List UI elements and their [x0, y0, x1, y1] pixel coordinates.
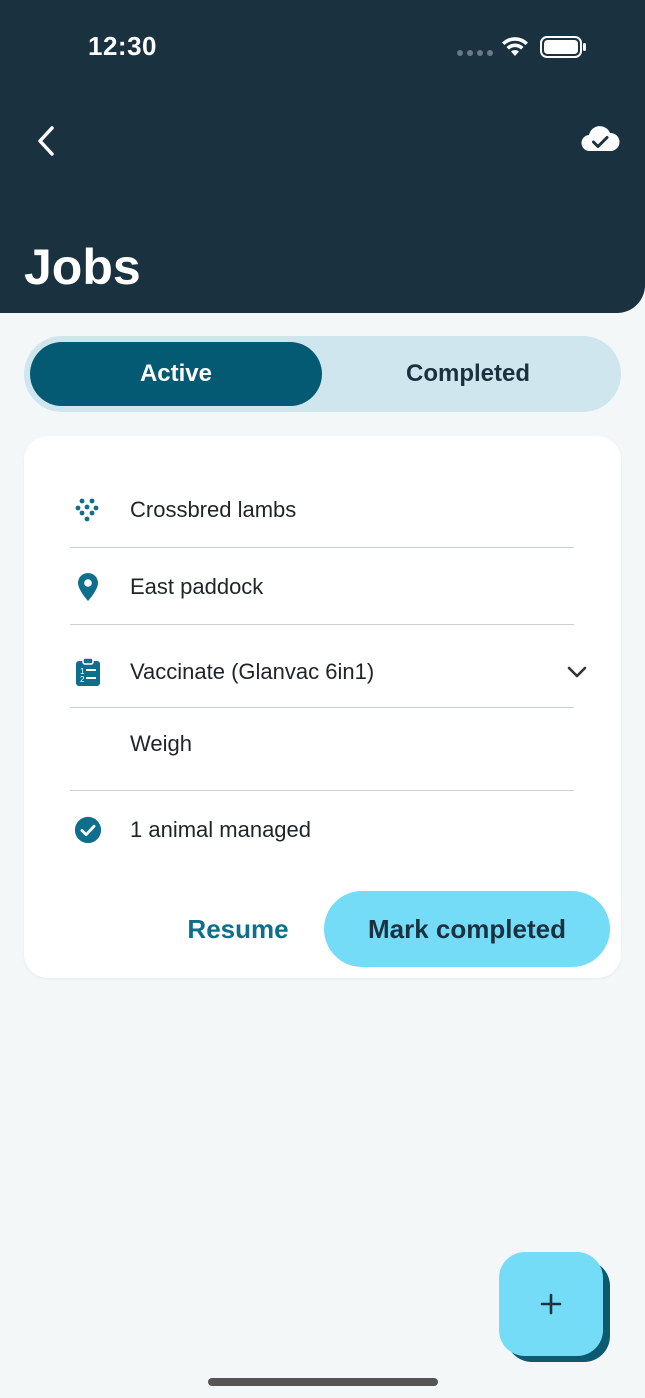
divider: [70, 707, 574, 708]
wifi-icon: [502, 37, 528, 56]
home-indicator[interactable]: [208, 1378, 438, 1386]
task-item: Weigh: [130, 731, 192, 756]
job-task-row[interactable]: 1 2 Vaccinate (Glanvac 6in1): [70, 652, 587, 692]
divider: [70, 624, 574, 625]
job-card: Crossbred lambs East paddock 1 2 Vaccina…: [24, 436, 621, 978]
chevron-left-icon: [38, 126, 54, 156]
status-time: 12:30: [88, 31, 157, 61]
mob-dots-icon: [74, 496, 102, 524]
resume-button[interactable]: Resume: [187, 906, 288, 952]
battery-icon: [540, 36, 586, 58]
svg-text:2: 2: [80, 675, 85, 684]
tab-completed[interactable]: Completed: [322, 342, 614, 406]
task-item: Vaccinate (Glanvac 6in1): [130, 659, 375, 684]
app-header: 12:30 Jobs: [0, 0, 645, 313]
divider: [70, 547, 574, 548]
job-mob-row: Crossbred lambs: [70, 490, 574, 530]
check-circle-icon: [74, 816, 102, 844]
mark-completed-button[interactable]: Mark completed: [324, 891, 610, 967]
page-title: Jobs: [24, 239, 141, 295]
back-button[interactable]: [28, 118, 68, 164]
mob-name: Crossbred lambs: [130, 497, 297, 522]
managed-count: 1 animal managed: [130, 817, 312, 842]
job-task-row: Weigh: [70, 724, 574, 764]
job-location-row: East paddock: [70, 567, 574, 607]
tab-active[interactable]: Active: [30, 342, 322, 406]
divider: [70, 790, 574, 791]
signal-icon: [457, 50, 493, 56]
add-job-button[interactable]: [499, 1252, 603, 1356]
location-pin-icon: [74, 573, 102, 601]
plus-icon: [540, 1293, 562, 1315]
job-status-tabs: Active Completed: [24, 336, 621, 412]
chevron-down-icon[interactable]: [566, 665, 588, 679]
location-name: East paddock: [130, 574, 264, 599]
clipboard-list-icon: 1 2: [74, 657, 102, 686]
managed-count-row: 1 animal managed: [70, 810, 574, 850]
cloud-check-icon[interactable]: [580, 124, 620, 154]
